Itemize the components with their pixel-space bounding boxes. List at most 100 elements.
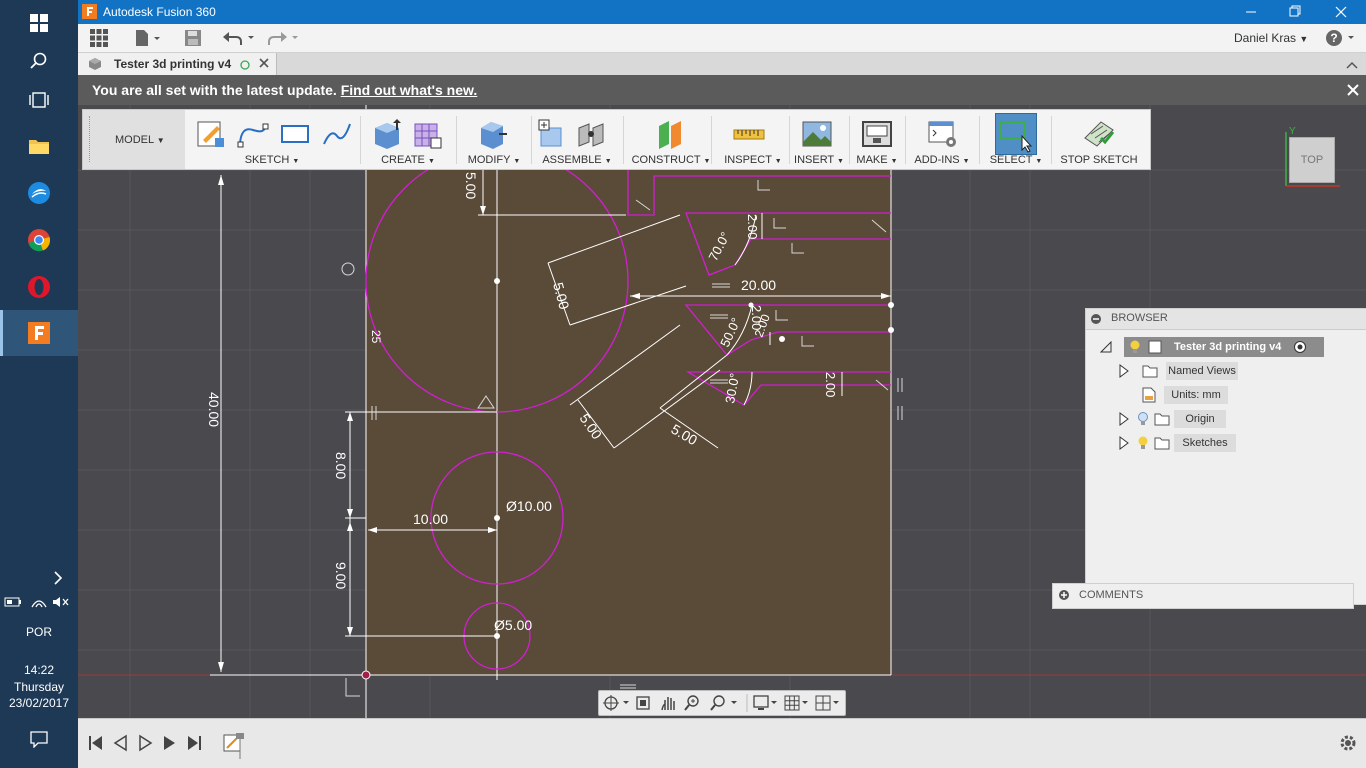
timeline-sketch-feature-icon[interactable] (223, 733, 244, 759)
expand-comments-icon[interactable] (1059, 590, 1069, 603)
chrome-icon[interactable] (0, 217, 78, 263)
dim-20: 20.00 (741, 277, 776, 293)
chevron-down-icon: ▼ (156, 136, 165, 145)
browser-root-node[interactable]: Tester 3d printing v4 (1100, 336, 1324, 358)
pan-icon[interactable] (661, 697, 675, 711)
viewcube[interactable]: Y TOP (1278, 124, 1342, 188)
insert-group[interactable]: INSERT ▼ (791, 110, 847, 169)
window-title-bar: Autodesk Fusion 360 (78, 0, 1366, 24)
restore-button[interactable] (1280, 2, 1310, 22)
step-forward-icon[interactable] (139, 734, 153, 752)
viewports-icon[interactable] (815, 695, 839, 711)
browser-item-named-views[interactable]: Named Views (1118, 360, 1238, 382)
opera-icon[interactable] (0, 264, 78, 310)
expand-arrow-icon[interactable] (1118, 436, 1130, 450)
collapse-panel-icon[interactable] (1091, 314, 1101, 327)
extrude-icon[interactable] (371, 118, 403, 150)
language-indicator[interactable]: POR (0, 625, 78, 639)
close-window-button[interactable] (1326, 2, 1356, 22)
inspect-group[interactable]: INSPECT ▼ (713, 110, 793, 169)
file-explorer-icon[interactable] (0, 123, 78, 169)
grid-snap-icon[interactable] (784, 695, 808, 711)
visibility-bulb-icon[interactable] (1136, 436, 1150, 450)
task-view-icon[interactable] (0, 77, 78, 123)
stop-sketch-group[interactable]: STOP SKETCH (1053, 110, 1145, 169)
select-group[interactable]: SELECT ▼ (981, 110, 1051, 169)
zoom-icon[interactable] (684, 695, 699, 711)
form-icon[interactable] (411, 118, 443, 150)
user-account-menu[interactable]: Daniel Kras ▼ (1234, 31, 1308, 45)
fusion360-taskbar-icon[interactable] (0, 310, 78, 356)
banner-link[interactable]: Find out what's new. (341, 82, 478, 98)
assemble-group[interactable]: ASSEMBLE ▼ (533, 110, 621, 169)
expand-triangle-icon[interactable] (1100, 341, 1114, 353)
help-menu[interactable]: ? (1324, 28, 1358, 53)
redo-icon[interactable] (268, 29, 302, 52)
step-back-icon[interactable] (113, 734, 127, 752)
expand-arrow-icon[interactable] (1118, 412, 1130, 426)
show-hidden-icons-chevron[interactable] (52, 570, 64, 591)
sketch-profile-fill[interactable] (366, 168, 891, 675)
save-icon[interactable] (184, 29, 202, 52)
stop-sketch-label[interactable]: STOP SKETCH (1053, 154, 1145, 166)
document-tab-title: Tester 3d printing v4 (114, 57, 232, 71)
offset-plane-icon[interactable] (655, 118, 687, 150)
inspect-label: INSPECT (724, 154, 772, 166)
workspace-switcher[interactable]: MODEL ▼ (83, 110, 185, 169)
mail-app-icon[interactable] (0, 170, 78, 216)
sketch-group[interactable]: SKETCH ▼ (187, 110, 357, 169)
spline-icon[interactable] (321, 118, 353, 150)
file-menu-icon[interactable] (134, 29, 162, 52)
activate-radio-icon[interactable] (1293, 340, 1307, 354)
browser-item-units[interactable]: Units: mm (1142, 384, 1228, 406)
clock-time[interactable]: 14:22 (0, 663, 78, 677)
fit-icon[interactable] (710, 695, 737, 711)
dim-10: 10.00 (413, 511, 448, 527)
make-group[interactable]: MAKE ▼ (851, 110, 903, 169)
browser-item-sketches[interactable]: Sketches (1118, 432, 1236, 454)
rectangle-icon[interactable] (279, 118, 311, 150)
expand-arrow-icon[interactable] (1118, 364, 1130, 378)
close-tab-icon[interactable] (258, 56, 270, 74)
display-settings-icon[interactable] (753, 695, 777, 710)
origin-point[interactable] (361, 670, 371, 680)
comments-panel[interactable]: COMMENTS (1052, 583, 1354, 609)
visibility-bulb-icon[interactable] (1128, 340, 1142, 354)
document-tab[interactable]: Tester 3d printing v4 (78, 53, 277, 75)
battery-icon[interactable] (4, 595, 22, 614)
3d-print-icon[interactable] (861, 118, 893, 150)
browser-item-origin[interactable]: Origin (1118, 408, 1226, 430)
close-banner-icon[interactable] (1346, 83, 1360, 100)
visibility-bulb-off-icon[interactable] (1136, 412, 1150, 426)
action-center-icon[interactable] (30, 730, 48, 753)
look-at-icon[interactable] (636, 696, 650, 710)
modify-group[interactable]: MODIFY ▼ (459, 110, 529, 169)
chevron-down-icon: ▼ (962, 158, 970, 165)
create-group[interactable]: CREATE ▼ (363, 110, 453, 169)
measure-icon[interactable] (733, 118, 765, 150)
insert-image-icon[interactable] (801, 118, 833, 150)
go-to-end-icon[interactable] (188, 736, 201, 750)
go-to-start-icon[interactable] (89, 736, 102, 750)
viewcube-y-axis-label: Y (1289, 126, 1296, 137)
undo-icon[interactable] (222, 29, 256, 52)
select-button-highlight[interactable] (995, 113, 1037, 155)
play-icon[interactable] (164, 736, 175, 750)
viewcube-top-face[interactable]: TOP (1289, 137, 1335, 183)
minimize-button[interactable] (1236, 2, 1266, 22)
add-ins-group[interactable]: ADD-INS ▼ (907, 110, 977, 169)
new-component-icon[interactable] (535, 118, 567, 150)
timeline-settings-gear-icon[interactable] (1340, 735, 1356, 751)
stop-sketch-icon[interactable] (1083, 118, 1115, 150)
press-pull-icon[interactable] (477, 118, 509, 150)
orbit-icon[interactable] (603, 695, 629, 711)
spline-line-icon[interactable] (237, 118, 269, 150)
collapse-tabs-chevron-icon[interactable] (1346, 57, 1358, 75)
create-sketch-icon[interactable] (195, 118, 227, 150)
volume-muted-icon[interactable] (52, 595, 70, 614)
scripts-add-ins-icon[interactable] (927, 118, 959, 150)
construct-group[interactable]: CONSTRUCT ▼ (625, 110, 717, 169)
wifi-icon[interactable] (30, 595, 48, 614)
joint-icon[interactable] (575, 118, 607, 150)
data-panel-grid-icon[interactable] (90, 29, 108, 52)
